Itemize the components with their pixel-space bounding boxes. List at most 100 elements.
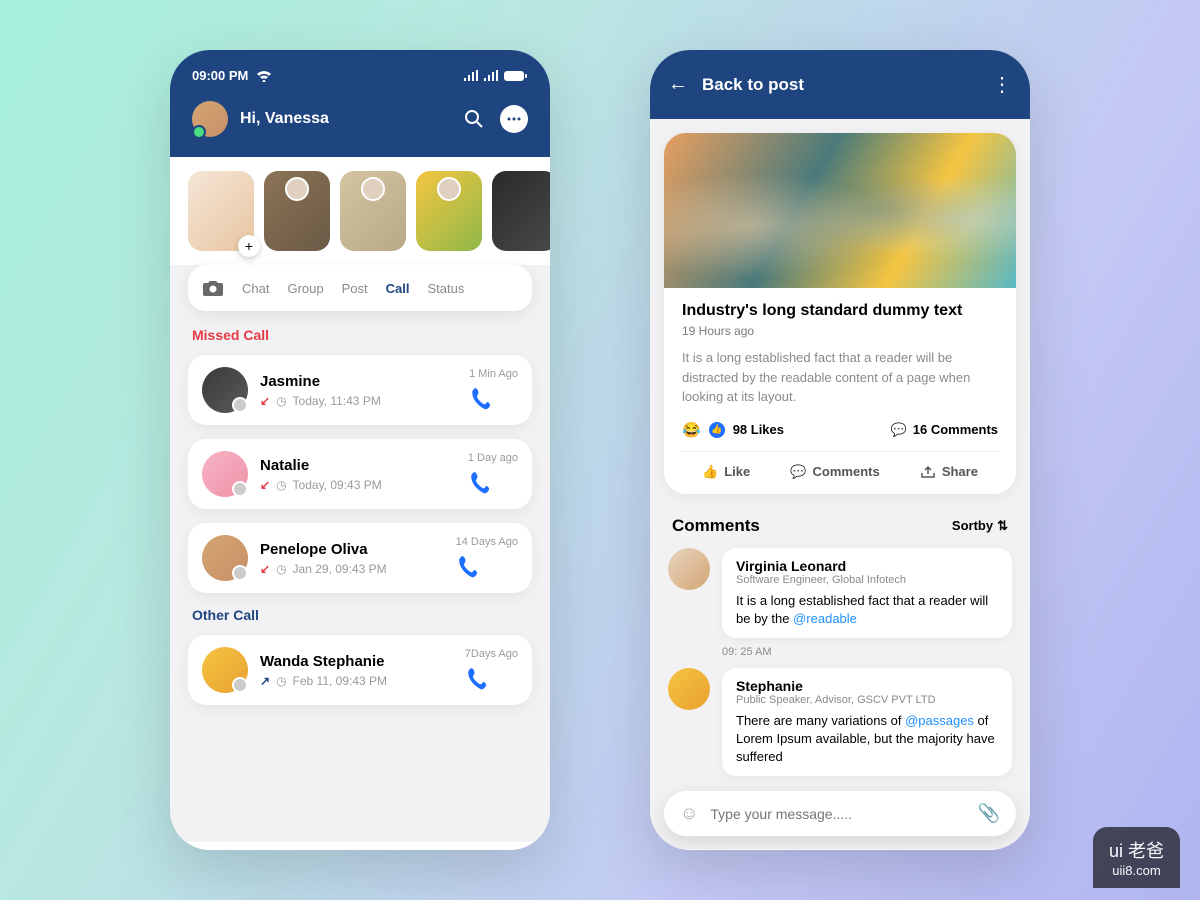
call-button-icon[interactable] <box>465 666 491 692</box>
mention-link[interactable]: @readable <box>793 611 857 626</box>
caller-name: Natalie <box>260 457 456 474</box>
emoji-icon: 😂 <box>682 421 701 439</box>
phone1-header: 09:00 PM Hi, Vanessa <box>170 50 550 157</box>
commenter-name: Virginia Leonard <box>736 558 998 574</box>
caller-name: Penelope Oliva <box>260 541 444 558</box>
message-input[interactable] <box>710 806 965 822</box>
greeting-text: Hi, Vanessa <box>240 110 448 128</box>
missed-arrow-icon: ↙ <box>260 394 270 408</box>
outgoing-arrow-icon: ↗ <box>260 674 270 688</box>
comments-button[interactable]: 💬Comments <box>790 464 879 480</box>
wifi-icon <box>256 70 272 82</box>
attachment-button[interactable]: 📎 <box>978 803 1000 824</box>
tab-group[interactable]: Group <box>287 281 323 296</box>
call-time: Feb 11, 09:43 PM <box>293 674 388 688</box>
comment-row: Stephanie Public Speaker, Advisor, GSCV … <box>650 668 1030 783</box>
tab-status[interactable]: Status <box>427 281 464 296</box>
post-title: Industry's long standard dummy text <box>682 302 998 320</box>
comment-text: There are many variations of @passages o… <box>736 712 998 767</box>
phone-post-screen: ← Back to post ⋮ Industry's long standar… <box>650 50 1030 850</box>
comment-bubble: Virginia Leonard Software Engineer, Glob… <box>722 548 1012 638</box>
story-item[interactable] <box>340 171 406 251</box>
more-button[interactable] <box>500 105 528 133</box>
sortby-button[interactable]: Sortby⇅ <box>952 518 1008 534</box>
call-time: Today, 11:43 PM <box>293 394 381 408</box>
caller-avatar <box>202 535 248 581</box>
comment-icon: 💬 <box>891 422 907 438</box>
status-bar: 09:00 PM <box>192 68 528 83</box>
like-icon: 👍 <box>702 464 718 480</box>
call-row[interactable]: Natalie ↙ ◷ Today, 09:43 PM 1 Day ago <box>188 439 532 509</box>
commenter-role: Public Speaker, Advisor, GSCV PVT LTD <box>736 694 998 706</box>
post-time: 19 Hours ago <box>682 324 998 338</box>
tabs-bar: Chat Group Post Call Status <box>188 265 532 311</box>
call-ago: 1 Day ago <box>468 452 518 464</box>
tab-post[interactable]: Post <box>342 281 368 296</box>
watermark: ui 老爸 uii8.com <box>1093 827 1180 888</box>
user-avatar[interactable] <box>192 101 228 137</box>
status-time: 09:00 PM <box>192 68 248 83</box>
share-icon <box>920 465 936 479</box>
back-button[interactable]: ← <box>668 73 688 96</box>
share-button[interactable]: Share <box>920 464 978 480</box>
phone-calls-screen: 09:00 PM Hi, Vanessa + Chat <box>170 50 550 850</box>
other-call-header: Other Call <box>170 607 550 635</box>
call-row[interactable]: Jasmine ↙◷Today, 11:43 PM 1 Min Ago <box>188 355 532 425</box>
comment-row: Virginia Leonard Software Engineer, Glob… <box>650 548 1030 644</box>
signal-icon <box>484 70 498 81</box>
clock-icon: ◷ <box>276 478 286 492</box>
likes-count[interactable]: 😂 👍 98 Likes <box>682 421 784 439</box>
call-button-icon[interactable] <box>468 470 494 496</box>
search-button[interactable] <box>460 105 488 133</box>
comment-text: It is a long established fact that a rea… <box>736 592 998 628</box>
missed-arrow-icon: ↙ <box>260 562 270 576</box>
add-story-button[interactable]: + <box>238 235 260 257</box>
commenter-avatar[interactable] <box>668 548 710 590</box>
call-ago: 14 Days Ago <box>456 536 518 548</box>
call-time: Jan 29, 09:43 PM <box>293 562 387 576</box>
comment-timestamp: 09: 25 AM <box>650 644 1030 668</box>
comments-header-row: Comments Sortby⇅ <box>650 508 1030 548</box>
story-item[interactable] <box>492 171 550 251</box>
tab-chat[interactable]: Chat <box>242 281 269 296</box>
emoji-button[interactable]: ☺ <box>680 803 698 824</box>
commenter-name: Stephanie <box>736 678 998 694</box>
commenter-avatar[interactable] <box>668 668 710 710</box>
call-row[interactable]: Penelope Oliva ↙◷Jan 29, 09:43 PM 14 Day… <box>188 523 532 593</box>
call-ago: 7Days Ago <box>465 648 518 660</box>
call-row[interactable]: Wanda Stephanie ↗◷Feb 11, 09:43 PM 7Days… <box>188 635 532 705</box>
message-input-bar: ☺ 📎 <box>664 791 1016 836</box>
missed-call-header: Missed Call <box>170 327 550 355</box>
caller-name: Jasmine <box>260 373 457 390</box>
post-image[interactable] <box>664 133 1016 288</box>
commenter-role: Software Engineer, Global Infotech <box>736 574 998 586</box>
comment-bubble: Stephanie Public Speaker, Advisor, GSCV … <box>722 668 1012 777</box>
missed-arrow-icon: ↙ <box>260 478 270 492</box>
call-time: Today, 09:43 PM <box>293 478 382 492</box>
story-avatar <box>285 177 309 201</box>
caller-avatar <box>202 647 248 693</box>
phone1-body: + Chat Group Post Call Status Missed Cal… <box>170 157 550 842</box>
call-button-icon[interactable] <box>469 386 495 412</box>
story-item[interactable]: + <box>188 171 254 251</box>
post-card: Industry's long standard dummy text 19 H… <box>664 133 1016 494</box>
post-description: It is a long established fact that a rea… <box>682 348 998 407</box>
call-ago: 1 Min Ago <box>469 368 518 380</box>
comments-header: Comments <box>672 516 760 536</box>
story-item[interactable] <box>264 171 330 251</box>
battery-icon <box>504 70 528 82</box>
stories-row[interactable]: + <box>170 157 550 265</box>
phone2-body: Industry's long standard dummy text 19 H… <box>650 119 1030 849</box>
comment-icon: 💬 <box>790 464 806 480</box>
call-button-icon[interactable] <box>456 554 482 580</box>
tab-call[interactable]: Call <box>386 281 410 296</box>
like-button[interactable]: 👍Like <box>702 464 750 480</box>
mention-link[interactable]: @passages <box>905 713 974 728</box>
camera-icon[interactable] <box>202 279 224 297</box>
comments-count[interactable]: 💬 16 Comments <box>891 422 998 438</box>
clock-icon: ◷ <box>276 674 286 688</box>
menu-button[interactable]: ⋮ <box>992 72 1012 97</box>
thumbs-icon: 👍 <box>709 422 725 438</box>
signal-icon <box>464 70 478 81</box>
story-item[interactable] <box>416 171 482 251</box>
